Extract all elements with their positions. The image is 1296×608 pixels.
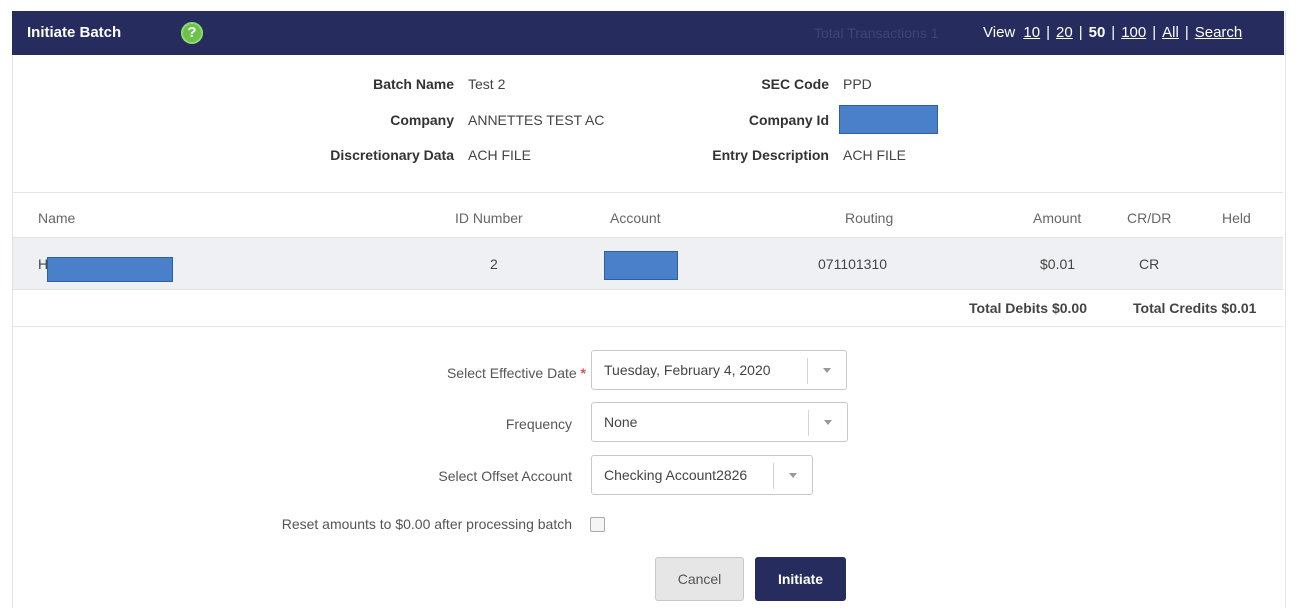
- chevron-down-icon: [823, 368, 831, 373]
- col-held: Held: [1222, 210, 1251, 226]
- cancel-button[interactable]: Cancel: [655, 557, 744, 601]
- name-redacted: [47, 257, 173, 282]
- row-amount: $0.01: [1040, 256, 1076, 272]
- offset-account-select[interactable]: Checking Account2826: [591, 455, 813, 495]
- reset-amounts-checkbox[interactable]: [590, 517, 605, 532]
- col-id-number: ID Number: [455, 210, 523, 226]
- offset-account-value: Checking Account2826: [604, 467, 748, 483]
- row-crdr: CR: [1139, 256, 1160, 272]
- effective-date-label: Select Effective Date *: [446, 365, 586, 381]
- col-crdr: CR/DR: [1127, 210, 1172, 226]
- initiate-button[interactable]: Initiate: [755, 557, 846, 601]
- view-10-link[interactable]: 10: [1023, 24, 1040, 41]
- frequency-value: None: [604, 414, 638, 430]
- chevron-down-icon: [789, 473, 797, 478]
- chevron-down-icon: [824, 420, 832, 425]
- sec-code-label: SEC Code: [761, 76, 829, 92]
- company-value: ANNETTES TEST AC: [468, 112, 605, 128]
- reset-amounts-label: Reset amounts to $0.00 after processing …: [281, 516, 572, 532]
- row-routing: 071101310: [818, 256, 888, 272]
- divider: [13, 326, 1283, 327]
- col-name: Name: [38, 210, 76, 226]
- company-id-label: Company Id: [748, 112, 829, 128]
- batch-name-label: Batch Name: [373, 76, 454, 92]
- effective-date-select[interactable]: Tuesday, February 4, 2020: [591, 350, 847, 390]
- required-mark: *: [580, 365, 586, 381]
- help-icon[interactable]: ?: [181, 22, 203, 44]
- view-pager: View 10 | 20 | 50 | 100 | All | Search: [983, 24, 1243, 41]
- total-transactions: Total Transactions 1: [814, 25, 939, 41]
- col-account: Account: [610, 210, 661, 226]
- view-20-link[interactable]: 20: [1056, 24, 1073, 41]
- header-bar: Initiate Batch ? Total Transactions 1 Vi…: [12, 11, 1284, 55]
- entry-description-label: Entry Description: [712, 147, 829, 163]
- col-amount: Amount: [1033, 210, 1082, 226]
- discretionary-data-value: ACH FILE: [468, 147, 532, 163]
- frequency-label: Frequency: [505, 416, 572, 432]
- total-debits: Total Debits $0.00: [969, 300, 1088, 316]
- view-100-link[interactable]: 100: [1121, 24, 1146, 41]
- view-all-link[interactable]: All: [1162, 24, 1179, 41]
- sec-code-value: PPD: [843, 76, 872, 92]
- effective-date-value: Tuesday, February 4, 2020: [604, 362, 771, 378]
- view-50-current: 50: [1088, 24, 1106, 41]
- company-label: Company: [390, 112, 454, 128]
- discretionary-data-label: Discretionary Data: [330, 147, 454, 163]
- frequency-select[interactable]: None: [591, 402, 848, 442]
- page-title: Initiate Batch: [27, 24, 122, 41]
- company-id-redacted: [839, 105, 938, 134]
- divider: [13, 192, 1283, 193]
- account-redacted: [604, 251, 678, 280]
- col-routing: Routing: [845, 210, 894, 226]
- entry-description-value: ACH FILE: [843, 147, 907, 163]
- search-link[interactable]: Search: [1195, 24, 1243, 41]
- view-label: View: [983, 24, 1016, 41]
- total-credits: Total Credits $0.01: [1133, 300, 1257, 316]
- offset-account-label: Select Offset Account: [438, 468, 572, 484]
- batch-name-value: Test 2: [468, 76, 506, 92]
- row-id-number: 2: [490, 256, 498, 272]
